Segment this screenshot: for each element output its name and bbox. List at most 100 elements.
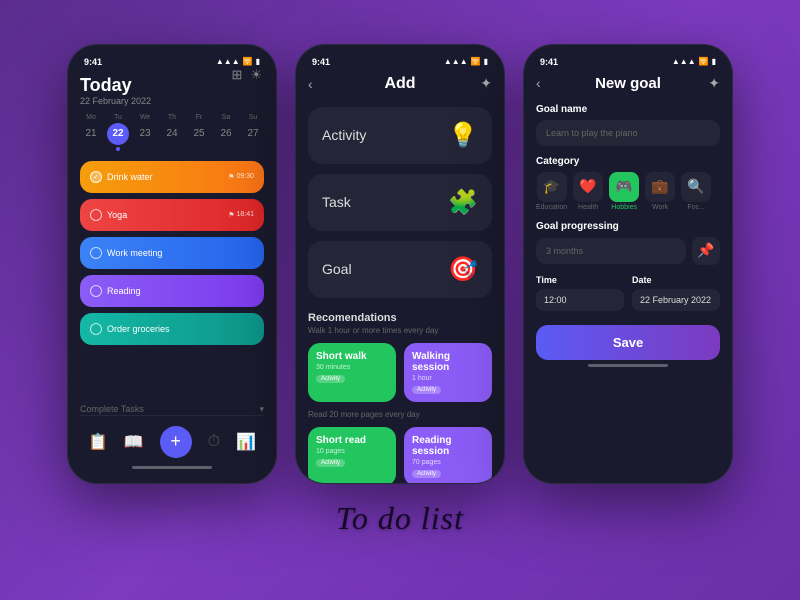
category-label: Category	[536, 156, 720, 167]
task-label: Task	[322, 194, 351, 210]
cal-day-we[interactable]: We 23	[134, 114, 156, 151]
task-label-1: ✓ Drink water	[90, 171, 153, 183]
goal-progress-row: 3 months 📌	[536, 237, 720, 265]
cal-day-name-we: We	[140, 114, 150, 121]
cal-day-fr[interactable]: Fr 25	[188, 114, 210, 151]
task-check-4	[90, 285, 102, 297]
goal-label: Goal	[322, 261, 352, 277]
grid-icon[interactable]: ⊞	[231, 67, 242, 83]
bottom-nav: 📋 📖 + ⏱ 📊	[80, 415, 264, 462]
cal-day-name-fr: Fr	[196, 114, 203, 121]
task-label-4: Reading	[90, 285, 141, 297]
goal-progressing-section: Goal progressing 3 months 📌	[536, 221, 720, 265]
sun-icon[interactable]: ☀	[250, 67, 262, 83]
phone-add: 9:41 ▲▲▲ 🛜 ▮ ‹ Add ✦ Activity 💡 Task	[295, 44, 505, 484]
cal-day-su[interactable]: Su 27	[242, 114, 264, 151]
settings-icon-3[interactable]: ✦	[708, 75, 720, 92]
back-button-3[interactable]: ‹	[536, 75, 541, 91]
goal-name-input[interactable]: Learn to play the piano	[536, 120, 720, 146]
add-option-activity[interactable]: Activity 💡	[308, 107, 492, 164]
cal-day-mo[interactable]: Mo 21	[80, 114, 102, 151]
date-value[interactable]: 22 February 2022	[632, 289, 720, 311]
complete-tasks-chevron: ▾	[259, 404, 264, 415]
task-icon: 🧩	[448, 188, 478, 217]
flag-icon-1: ⚑	[228, 173, 234, 181]
save-button[interactable]: Save	[536, 325, 720, 360]
cat-hobbies-label: Hobbies	[611, 204, 637, 211]
cal-day-tu[interactable]: Tu 22	[107, 114, 129, 151]
status-time-2: 9:41	[312, 57, 330, 67]
signal-icon-2: ▲▲▲	[444, 57, 468, 66]
cat-education[interactable]: 🎓 Education	[536, 172, 567, 211]
back-button-2[interactable]: ‹	[308, 76, 313, 92]
status-bar-2: 9:41 ▲▲▲ 🛜 ▮	[308, 55, 492, 69]
category-row: 🎓 Education ❤️ Health 🎮 Hobbies 💼 Work	[536, 172, 720, 211]
task-meta-2: ⚑ 18:41	[228, 211, 254, 219]
nav-chart-icon[interactable]: 📊	[236, 432, 256, 452]
task-order-groceries[interactable]: Order groceries	[80, 313, 264, 345]
cal-day-num-su: 27	[242, 123, 264, 145]
short-walk-tag: Activity	[316, 375, 345, 383]
cal-day-num-mo: 21	[80, 123, 102, 145]
short-walk-sub: 30 minutes	[316, 364, 388, 371]
settings-icon-2[interactable]: ✦	[480, 75, 492, 92]
activity-icon: 💡	[448, 121, 478, 150]
rec-card-walking-session[interactable]: Walking session 1 hour Activity	[404, 343, 492, 402]
task-work-meeting[interactable]: Work meeting	[80, 237, 264, 269]
walking-session-sub: 1 hour	[412, 375, 484, 382]
cat-health-icon: ❤️	[573, 172, 603, 202]
cat-focus-icon: 🔍	[681, 172, 711, 202]
wifi-icon-3: 🛜	[699, 57, 709, 66]
goal-progress-input[interactable]: 3 months	[536, 238, 686, 264]
task-list: ✓ Drink water ⚑ 09:30 Yoga ⚑ 18	[80, 161, 264, 398]
status-time-1: 9:41	[84, 57, 102, 67]
cal-day-num-tu: 22	[107, 123, 129, 145]
cat-hobbies[interactable]: 🎮 Hobbies	[609, 172, 639, 211]
calendar-week: Mo 21 Tu 22 We 23 Th 24 Fr	[80, 114, 264, 151]
short-read-tag: Activity	[316, 459, 345, 467]
recommendations-section: Recomendations Walk 1 hour or more times…	[308, 312, 492, 483]
task-meta-1: ⚑ 09:30	[228, 173, 254, 181]
battery-icon-2: ▮	[484, 57, 488, 66]
nav-add-button[interactable]: +	[160, 426, 192, 458]
add-option-goal[interactable]: Goal 🎯	[308, 241, 492, 298]
home-indicator-1	[132, 466, 212, 469]
goal-name-label: Goal name	[536, 104, 720, 115]
task-check-1: ✓	[90, 171, 102, 183]
rec-card-short-walk[interactable]: Short walk 30 minutes Activity	[308, 343, 396, 402]
cat-focus[interactable]: 🔍 Foc...	[681, 172, 711, 211]
time-value[interactable]: 12:00	[536, 289, 624, 311]
flag-icon-2: ⚑	[228, 211, 234, 219]
time-label: Time	[536, 275, 624, 285]
task-label-5: Order groceries	[90, 323, 170, 335]
complete-tasks-label: Complete Tasks	[80, 404, 144, 414]
task-yoga[interactable]: Yoga ⚑ 18:41	[80, 199, 264, 231]
rec-card-short-read[interactable]: Short read 10 pages Activity	[308, 427, 396, 483]
nav-clipboard-icon[interactable]: 📋	[88, 432, 108, 452]
battery-icon: ▮	[256, 57, 260, 66]
app-title: To do list	[336, 500, 464, 537]
nav-book-icon[interactable]: 📖	[124, 432, 144, 452]
add-option-task[interactable]: Task 🧩	[308, 174, 492, 231]
task-label-2: Yoga	[90, 209, 127, 221]
cat-hobbies-icon: 🎮	[609, 172, 639, 202]
task-drink-water[interactable]: ✓ Drink water ⚑ 09:30	[80, 161, 264, 193]
rec-card-reading-session[interactable]: Reading session 70 pages Activity	[404, 427, 492, 483]
cal-day-name-th: Th	[168, 114, 176, 121]
rec-title: Recomendations	[308, 312, 492, 324]
pin-icon[interactable]: 📌	[692, 237, 720, 265]
cat-health-label: Health	[578, 204, 598, 211]
cal-day-sa[interactable]: Sa 26	[215, 114, 237, 151]
cat-health[interactable]: ❤️ Health	[573, 172, 603, 211]
complete-tasks-row[interactable]: Complete Tasks ▾	[80, 404, 264, 415]
cal-day-th[interactable]: Th 24	[161, 114, 183, 151]
nav-clock-icon[interactable]: ⏱	[208, 433, 220, 451]
task-label-3: Work meeting	[90, 247, 162, 259]
task-reading[interactable]: Reading	[80, 275, 264, 307]
cat-work[interactable]: 💼 Work	[645, 172, 675, 211]
home-indicator-3	[588, 364, 668, 367]
cal-day-num-fr: 25	[188, 123, 210, 145]
today-header: Today 22 February 2022 ⊞ ☀	[80, 75, 264, 106]
phone-new-goal: 9:41 ▲▲▲ 🛜 ▮ ‹ New goal ✦ Goal name Lear…	[523, 44, 733, 484]
time-item: Time 12:00	[536, 275, 624, 311]
